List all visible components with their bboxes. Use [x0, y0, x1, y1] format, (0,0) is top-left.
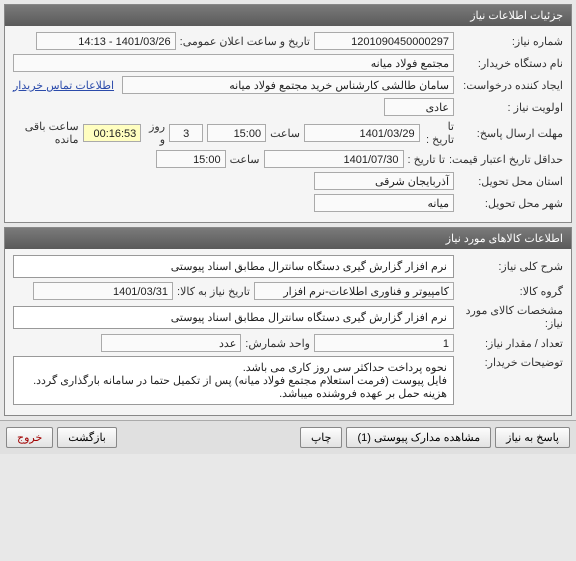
field-creator[interactable]: سامان طالشی کارشناس خرید مجتمع فولاد میا… [122, 76, 454, 94]
row-need-number: شماره نیاز: 1201090450000297 تاریخ و ساع… [13, 32, 563, 50]
row-priority: اولویت نیاز : عادی [13, 98, 563, 116]
label-notes: توضیحات خریدار: [458, 356, 563, 369]
panel-header-details: جزئیات اطلاعات نیاز [5, 5, 571, 26]
row-province: استان محل تحویل: آذربایجان شرقی [13, 172, 563, 190]
label-days: روز و [145, 120, 165, 146]
panel-title: جزئیات اطلاعات نیاز [470, 10, 563, 22]
footer-toolbar: پاسخ به نیاز مشاهده مدارک پیوستی (1) چاپ… [0, 420, 576, 454]
exit-button[interactable]: خروج [6, 427, 53, 448]
label-group: گروه کالا: [458, 285, 563, 298]
label-city: شهر محل تحویل: [458, 197, 563, 210]
label-deadline-time: ساعت [270, 127, 300, 140]
row-city: شهر محل تحویل: میانه [13, 194, 563, 212]
field-city[interactable]: میانه [314, 194, 454, 212]
row-creator: ایجاد کننده درخواست: سامان طالشی کارشناس… [13, 76, 563, 94]
print-button[interactable]: چاپ [300, 427, 343, 448]
row-group: گروه کالا: کامپیوتر و فناوری اطلاعات-نرم… [13, 282, 563, 300]
label-validity-time: ساعت [230, 153, 260, 166]
label-buyer: نام دستگاه خریدار: [458, 57, 563, 70]
field-need-number[interactable]: 1201090450000297 [314, 32, 454, 50]
label-need-number: شماره نیاز: [458, 35, 563, 48]
row-notes: توضیحات خریدار: نحوه پرداخت حداکثر سی رو… [13, 356, 563, 405]
panel-header-goods: اطلاعات کالاهای مورد نیاز [5, 228, 571, 249]
field-province[interactable]: آذربایجان شرقی [314, 172, 454, 190]
label-spec: مشخصات کالای مورد نیاز: [458, 304, 563, 330]
label-priority: اولویت نیاز : [458, 101, 563, 114]
label-province: استان محل تحویل: [458, 175, 563, 188]
label-qty: تعداد / مقدار نیاز: [458, 337, 563, 350]
field-qty[interactable]: 1 [314, 334, 454, 352]
panel-goods-info: اطلاعات کالاهای مورد نیاز شرح کلی نیاز: … [4, 227, 572, 416]
field-buyer[interactable]: مجتمع فولاد میانه [13, 54, 454, 72]
field-validity-time[interactable]: 15:00 [156, 150, 226, 168]
field-deadline-time[interactable]: 15:00 [207, 124, 266, 142]
row-deadline: مهلت ارسال پاسخ: تا تاریخ : 1401/03/29 س… [13, 120, 563, 146]
footer-spacer [121, 427, 296, 448]
panel-body-goods: شرح کلی نیاز: نرم افزار گزارش گیری دستگا… [5, 249, 571, 415]
panel-need-details: جزئیات اطلاعات نیاز شماره نیاز: 12010904… [4, 4, 572, 223]
view-attachments-button[interactable]: مشاهده مدارک پیوستی (1) [346, 427, 491, 448]
link-buyer-contact[interactable]: اطلاعات تماس خریدار [13, 79, 114, 92]
label-validity: حداقل تاریخ اعتبار قیمت: [449, 153, 563, 166]
field-need-date[interactable]: 1401/03/31 [33, 282, 173, 300]
field-priority[interactable]: عادی [384, 98, 454, 116]
row-validity: حداقل تاریخ اعتبار قیمت: تا تاریخ : 1401… [13, 150, 563, 168]
row-spec: مشخصات کالای مورد نیاز: نرم افزار گزارش … [13, 304, 563, 330]
label-desc: شرح کلی نیاز: [458, 260, 563, 273]
field-spec[interactable]: نرم افزار گزارش گیری دستگاه سانترال مطاب… [13, 306, 454, 329]
row-buyer: نام دستگاه خریدار: مجتمع فولاد میانه [13, 54, 563, 72]
row-desc: شرح کلی نیاز: نرم افزار گزارش گیری دستگا… [13, 255, 563, 278]
label-creator: ایجاد کننده درخواست: [458, 79, 563, 92]
panel-body-details: شماره نیاز: 1201090450000297 تاریخ و ساع… [5, 26, 571, 222]
field-group[interactable]: کامپیوتر و فناوری اطلاعات-نرم افزار [254, 282, 454, 300]
panel-title-goods: اطلاعات کالاهای مورد نیاز [446, 233, 563, 245]
respond-button[interactable]: پاسخ به نیاز [495, 427, 570, 448]
field-time-remaining[interactable]: 00:16:53 [83, 124, 142, 142]
field-days-left[interactable]: 3 [169, 124, 203, 142]
label-pub-datetime: تاریخ و ساعت اعلان عمومی: [180, 35, 310, 48]
field-pub-datetime[interactable]: 1401/03/26 - 14:13 [36, 32, 176, 50]
label-remaining: ساعت باقی مانده [13, 120, 79, 146]
field-unit[interactable]: عدد [101, 334, 241, 352]
field-deadline-date[interactable]: 1401/03/29 [304, 124, 420, 142]
label-validity-till: تا تاریخ : [408, 153, 445, 166]
field-desc[interactable]: نرم افزار گزارش گیری دستگاه سانترال مطاب… [13, 255, 454, 278]
row-qty: تعداد / مقدار نیاز: 1 واحد شمارش: عدد [13, 334, 563, 352]
field-validity-date[interactable]: 1401/07/30 [264, 150, 404, 168]
back-button[interactable]: بازگشت [57, 427, 117, 448]
label-unit: واحد شمارش: [245, 337, 310, 350]
label-deadline: مهلت ارسال پاسخ: [458, 127, 563, 140]
label-need-date: تاریخ نیاز به کالا: [177, 285, 250, 298]
label-till-date: تا تاریخ : [424, 120, 454, 146]
field-notes[interactable]: نحوه پرداخت حداکثر سی روز کاری می باشد. … [13, 356, 454, 405]
